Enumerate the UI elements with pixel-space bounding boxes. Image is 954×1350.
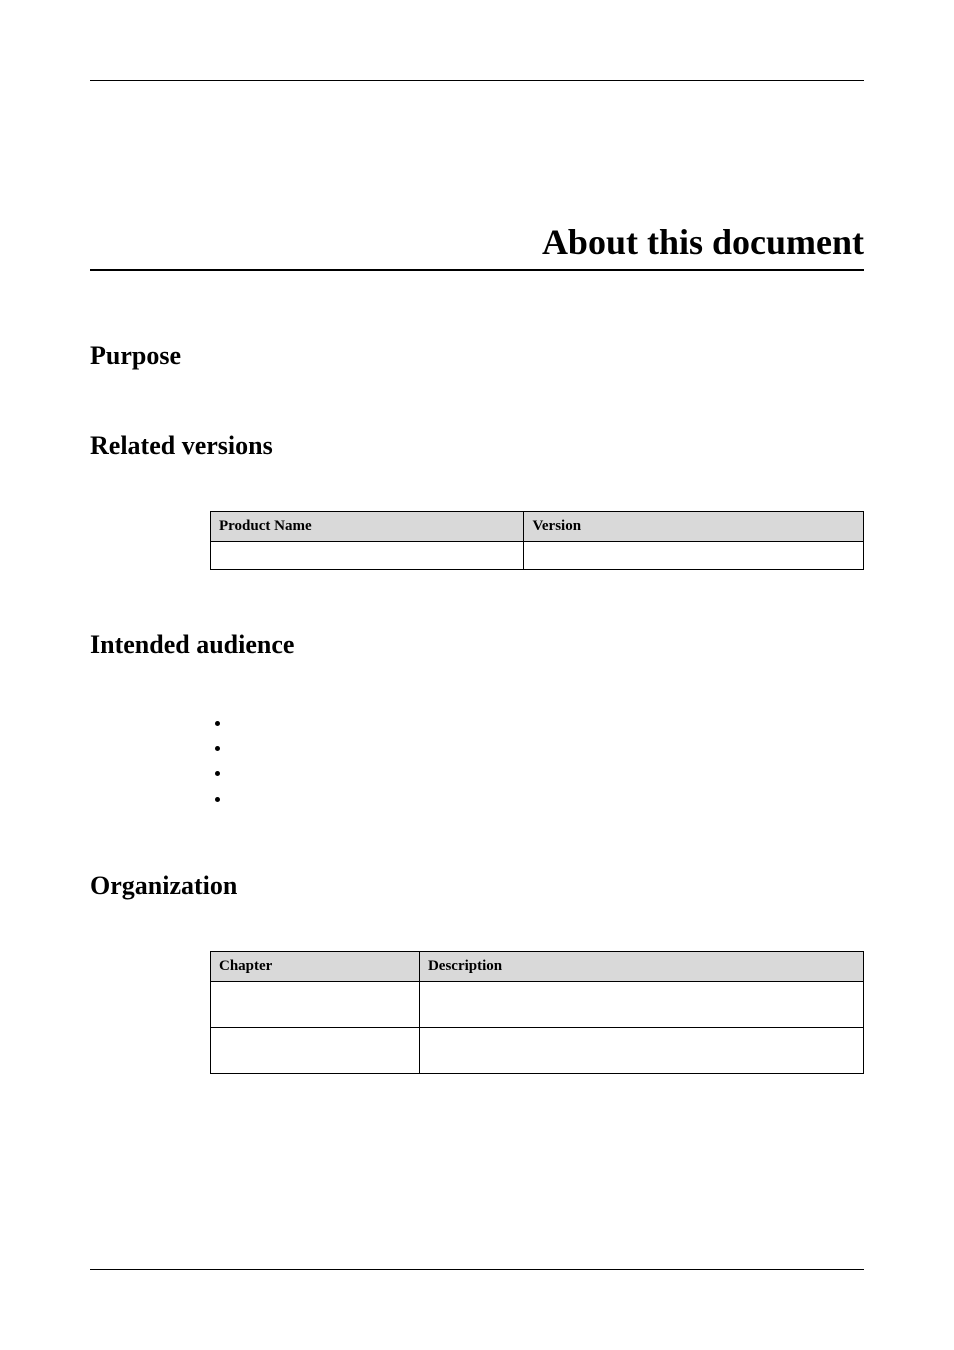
versions-table-header-version: Version — [524, 512, 864, 542]
audience-list — [232, 710, 864, 811]
section-purpose: Purpose — [90, 341, 864, 371]
heading-purpose: Purpose — [90, 341, 864, 371]
list-item — [232, 760, 864, 785]
section-organization: Organization Chapter Description — [90, 871, 864, 1074]
top-horizontal-rule — [90, 80, 864, 81]
versions-cell-version — [524, 542, 864, 570]
versions-table: Product Name Version — [210, 511, 864, 570]
table-row — [211, 1027, 864, 1073]
section-intended-audience: Intended audience — [90, 630, 864, 811]
org-table-header-description: Description — [419, 951, 863, 981]
list-item — [232, 710, 864, 735]
org-cell-description — [419, 1027, 863, 1073]
heading-organization: Organization — [90, 871, 864, 901]
list-item — [232, 735, 864, 760]
heading-related-versions: Related versions — [90, 431, 864, 461]
org-table-header-chapter: Chapter — [211, 951, 420, 981]
org-cell-description — [419, 981, 863, 1027]
versions-cell-product — [211, 542, 524, 570]
organization-table: Chapter Description — [210, 951, 864, 1074]
org-cell-chapter — [211, 981, 420, 1027]
versions-table-header-product: Product Name — [211, 512, 524, 542]
section-related-versions: Related versions Product Name Version — [90, 431, 864, 570]
org-cell-chapter — [211, 1027, 420, 1073]
list-item — [232, 786, 864, 811]
table-row — [211, 981, 864, 1027]
table-row — [211, 542, 864, 570]
document-title: About this document — [90, 221, 864, 271]
heading-intended-audience: Intended audience — [90, 630, 864, 660]
bottom-horizontal-rule — [90, 1269, 864, 1270]
